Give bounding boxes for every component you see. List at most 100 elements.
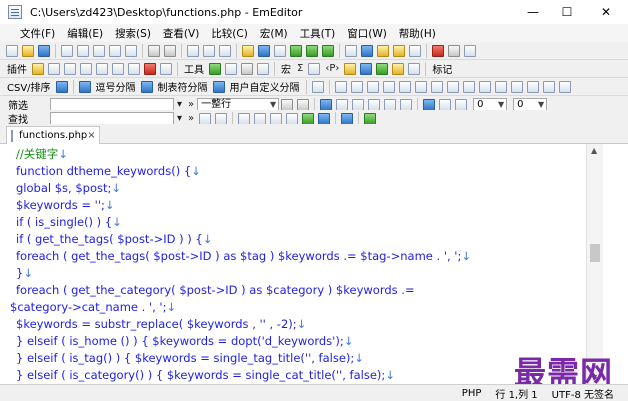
plugin-explorer-icon[interactable] (32, 62, 44, 75)
join-csv-icon[interactable] (462, 80, 475, 93)
insert-column-icon[interactable] (478, 80, 491, 93)
plugin-html-bar-icon[interactable] (160, 62, 172, 75)
sort-length-icon[interactable] (430, 80, 443, 93)
new-file-icon[interactable] (6, 44, 18, 57)
csv-options-icon[interactable] (558, 80, 571, 93)
custom-separated-label[interactable]: 用户自定义分隔 (230, 79, 300, 94)
save-icon[interactable] (38, 44, 50, 57)
filter-icon[interactable] (258, 44, 270, 57)
tab-functions-php[interactable]: functions.php × (6, 126, 100, 144)
numbering-icon[interactable] (526, 80, 539, 93)
lightning-icon[interactable] (392, 62, 405, 75)
csv-icon[interactable] (55, 80, 68, 93)
print-icon[interactable] (77, 44, 89, 57)
tools-label[interactable]: 工具 (184, 61, 204, 76)
find-expand-icon[interactable]: » (188, 113, 194, 124)
match-case-icon[interactable] (336, 98, 349, 111)
filter-find-icon[interactable] (320, 98, 333, 111)
minimize-button[interactable]: — (516, 0, 550, 24)
document-icon[interactable] (308, 62, 321, 75)
plugins-label[interactable]: 插件 (7, 61, 27, 76)
find-next-icon[interactable] (203, 44, 215, 57)
comma-separated-icon[interactable] (78, 80, 91, 93)
status-encoding[interactable]: UTF-8 无签名 (552, 386, 614, 401)
sort-length-desc-icon[interactable] (446, 80, 459, 93)
sigma-icon[interactable]: Σ (297, 63, 303, 74)
config-icon[interactable] (345, 44, 357, 57)
tool-refresh-icon[interactable] (209, 62, 221, 75)
menu-view[interactable]: 查看(V) (157, 26, 205, 41)
filter-bookmark-icon[interactable] (439, 98, 452, 111)
scroll-up-icon[interactable]: ▲ (591, 146, 597, 155)
find-whole-word-icon[interactable] (286, 112, 299, 125)
filter-refresh-icon[interactable] (281, 98, 294, 111)
plugin-charcode-icon[interactable] (112, 62, 124, 75)
add-icon[interactable] (376, 62, 389, 75)
tile-window-icon[interactable] (306, 44, 318, 57)
delete-column-icon[interactable] (494, 80, 507, 93)
find-next-icon[interactable] (215, 112, 228, 125)
filter-expand-icon[interactable]: » (188, 99, 194, 110)
menu-tools[interactable]: 工具(T) (294, 26, 342, 41)
plugin-snippets-icon[interactable] (80, 62, 92, 75)
copy-icon[interactable] (109, 44, 121, 57)
numeric-format-icon[interactable] (542, 80, 555, 93)
tab-separated-icon[interactable] (140, 80, 153, 93)
find-icon[interactable] (187, 44, 199, 57)
globe-icon[interactable] (360, 62, 373, 75)
window-layout-icon[interactable] (274, 44, 286, 57)
tool-cmd-prompt-icon[interactable] (241, 62, 253, 75)
plugin-projects-icon[interactable] (64, 62, 76, 75)
menu-search[interactable]: 搜索(S) (109, 26, 157, 41)
format-icon[interactable] (408, 62, 421, 75)
filter-clear-icon[interactable] (297, 98, 310, 111)
tab-separated-label[interactable]: 制表符分隔 (158, 79, 208, 94)
column-width-icon[interactable] (510, 80, 523, 93)
find-dropdown-icon[interactable]: ▾ (177, 113, 182, 124)
cascade-window-icon[interactable] (322, 44, 334, 57)
find-options-icon[interactable] (341, 112, 354, 125)
run-macro-icon[interactable] (448, 44, 460, 57)
sort-descending-icon[interactable] (382, 80, 395, 93)
outline-icon[interactable] (409, 44, 421, 57)
wrench-icon[interactable] (344, 62, 357, 75)
split-window-icon[interactable] (290, 44, 302, 57)
paste-icon[interactable] (125, 44, 137, 57)
filter-dropdown-icon[interactable]: ▾ (177, 99, 182, 110)
plugin-spell-icon[interactable] (144, 62, 156, 75)
tag-pair-icon[interactable]: ‹P› (325, 63, 339, 74)
print-preview-icon[interactable] (61, 44, 73, 57)
menu-compare[interactable]: 比较(C) (205, 26, 254, 41)
find-match-case-icon[interactable] (238, 112, 251, 125)
encoding-icon[interactable] (361, 44, 373, 57)
sort-ascending-icon[interactable] (366, 80, 379, 93)
tool-command-icon[interactable] (225, 62, 237, 75)
find-previous-icon[interactable] (199, 112, 212, 125)
settings-icon[interactable] (311, 80, 324, 93)
properties-icon[interactable] (393, 44, 405, 57)
sort-numeric-asc-icon[interactable] (398, 80, 411, 93)
customize-icon[interactable] (377, 44, 389, 57)
record-macro-icon[interactable] (432, 44, 444, 57)
custom-separated-icon[interactable] (212, 80, 225, 93)
whole-word-icon[interactable] (384, 98, 397, 111)
columns-icon[interactable] (350, 80, 363, 93)
menu-window[interactable]: 窗口(W) (341, 26, 393, 41)
plugin-web-preview-icon[interactable] (128, 62, 140, 75)
status-position[interactable]: 行 1,列 1 (495, 386, 537, 401)
macro-tools-icon[interactable] (464, 44, 476, 57)
plugin-outline-icon[interactable] (48, 62, 60, 75)
bookmark-label[interactable]: 标记 (432, 61, 452, 76)
menu-macro[interactable]: 宏(M) (254, 26, 294, 41)
highlight-icon[interactable] (242, 44, 254, 57)
find-incremental-icon[interactable] (318, 112, 331, 125)
filter-context-icon[interactable] (455, 98, 468, 111)
find-regex-icon[interactable] (254, 112, 267, 125)
sort-numeric-desc-icon[interactable] (414, 80, 427, 93)
open-folder-icon[interactable] (22, 44, 34, 57)
find-escape-icon[interactable] (270, 112, 283, 125)
redo-icon[interactable] (164, 44, 176, 57)
macro-label[interactable]: 宏 (281, 61, 291, 76)
menu-edit[interactable]: 编辑(E) (61, 26, 109, 41)
csv-sort-label[interactable]: CSV/排序 (7, 79, 51, 94)
